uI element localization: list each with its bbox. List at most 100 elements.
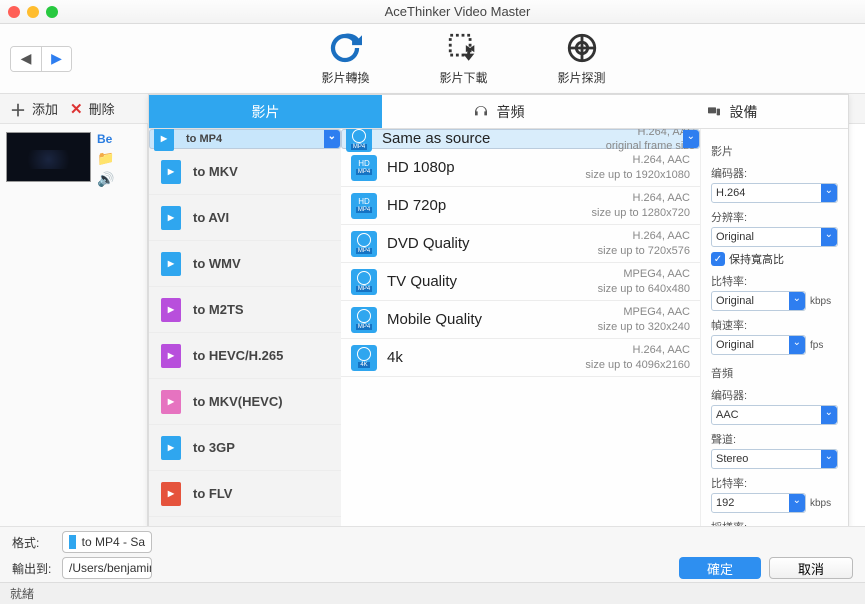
format-item[interactable]: ▶to HEVC/H.265 xyxy=(149,333,341,379)
quality-badge-icon: 4K xyxy=(351,345,377,371)
quality-item[interactable]: MP4DVD QualityH.264, AACsize up to 720x5… xyxy=(341,225,700,263)
tab-device-label: 設備 xyxy=(730,102,758,122)
format-item[interactable]: ▶to WMV xyxy=(149,241,341,287)
quality-meta: H.264, AACsize up to 4096x2160 xyxy=(585,343,690,372)
window-controls xyxy=(8,6,58,18)
check-icon: ✓ xyxy=(711,252,725,266)
cancel-button[interactable]: 取消 xyxy=(769,557,853,579)
format-chooser: 影片 音頻 設備 ▶to MP4▶to MKV▶to AVI▶to WMV▶to… xyxy=(148,94,849,528)
format-item[interactable]: ▶to FLV xyxy=(149,471,341,517)
minimize-icon[interactable] xyxy=(27,6,39,18)
headphones-icon xyxy=(473,104,489,120)
format-item[interactable]: ▶to 3GP xyxy=(149,425,341,471)
tab-download-label: 影片下載 xyxy=(439,69,487,86)
tab-audio[interactable]: 音頻 xyxy=(382,95,615,128)
status-bar: 就緒 xyxy=(0,582,865,604)
quality-badge-icon: MP4 xyxy=(346,129,372,152)
confirm-button[interactable]: 確定 xyxy=(679,557,761,579)
audio-bitrate-select[interactable]: 192 xyxy=(711,493,806,513)
download-icon xyxy=(446,31,480,65)
quality-item[interactable]: 4K 4k H.264, AACsize up to 4096x2160 xyxy=(341,339,700,377)
format-badge-icon: ▶ xyxy=(161,298,181,322)
quality-badge-icon: MP4 xyxy=(351,269,377,295)
file-item[interactable]: Be 📁 🔊 xyxy=(6,132,141,188)
titlebar: AceThinker Video Master xyxy=(0,0,865,24)
tab-video-label: 影片 xyxy=(252,102,280,122)
quality-title: 4k xyxy=(387,349,575,366)
quality-item[interactable]: MP4Same as sourceH.264, AACoriginal fram… xyxy=(341,129,700,149)
audio-encoder-select[interactable]: AAC xyxy=(711,405,838,425)
format-badge-icon: ▶ xyxy=(161,206,181,230)
encoder-label: 编码器: xyxy=(711,165,838,181)
output-field[interactable]: /Users/benjamin/ xyxy=(62,557,152,579)
volume-icon[interactable]: 🔊 xyxy=(97,171,114,188)
format-item-label: to FLV xyxy=(193,486,232,501)
bitrate-select[interactable]: Original xyxy=(711,291,806,311)
quality-list: MP4 Same as source H.264, AACoriginal fram… xyxy=(341,129,700,527)
format-item[interactable]: ▶ to MP4 xyxy=(149,129,341,149)
device-icon xyxy=(706,104,722,120)
format-item-label: to WMV xyxy=(193,256,241,271)
channel-select[interactable]: Stereo xyxy=(711,449,838,469)
format-badge-icon: ▶ xyxy=(154,129,174,151)
delete-button[interactable]: ✕ 刪除 xyxy=(70,99,115,118)
quality-badge-icon: HDMP4 xyxy=(351,155,377,181)
back-button[interactable]: ◀ xyxy=(11,47,41,71)
quality-meta: H.264, AACsize up to 1280x720 xyxy=(592,191,690,220)
output-row-label: 輸出到: xyxy=(12,560,54,577)
fps-unit: fps xyxy=(810,340,838,351)
quality-item[interactable]: HDMP4HD 720pH.264, AACsize up to 1280x72… xyxy=(341,187,700,225)
quality-item[interactable]: MP4TV QualityMPEG4, AACsize up to 640x48… xyxy=(341,263,700,301)
add-button[interactable]: ＋ 添加 xyxy=(10,97,58,121)
folder-icon[interactable]: 📁 xyxy=(97,150,114,167)
zoom-icon[interactable] xyxy=(46,6,58,18)
format-item[interactable]: ▶to M2TS xyxy=(149,287,341,333)
resolution-select[interactable]: Original xyxy=(711,227,838,247)
quality-badge-icon: MP4 xyxy=(351,231,377,257)
settings-panel: 影片 编码器: H.264 分辨率: Original ✓ 保持寬高比 比特率:… xyxy=(700,129,848,527)
tab-convert[interactable]: 影片轉換 xyxy=(321,31,369,86)
tab-device[interactable]: 設備 xyxy=(615,95,848,128)
quality-meta: H.264, AACoriginal frame size xyxy=(606,129,695,153)
quality-title: DVD Quality xyxy=(387,235,588,252)
close-icon[interactable] xyxy=(8,6,20,18)
delete-label: 刪除 xyxy=(89,99,115,118)
encoder-select[interactable]: H.264 xyxy=(711,183,838,203)
quality-title: HD 1080p xyxy=(387,159,575,176)
resolution-label: 分辨率: xyxy=(711,209,838,225)
aspect-label: 保持寬高比 xyxy=(729,251,784,267)
format-item[interactable]: ▶to MKV xyxy=(149,149,341,195)
quality-title: Same as source xyxy=(382,130,596,148)
quality-badge-icon: MP4 xyxy=(351,307,377,333)
format-row-label: 格式: xyxy=(12,534,54,551)
format-item[interactable]: ▶to MKV(HEVC) xyxy=(149,379,341,425)
format-list: ▶to MP4▶to MKV▶to AVI▶to WMV▶to M2TS▶to … xyxy=(149,129,341,527)
tab-audio-label: 音頻 xyxy=(497,102,525,122)
forward-button[interactable]: ▶ xyxy=(41,47,71,71)
aspect-checkbox[interactable]: ✓ 保持寬高比 xyxy=(711,251,838,267)
tab-video[interactable]: 影片 xyxy=(149,95,382,128)
format-badge-icon: ▶ xyxy=(161,344,181,368)
quality-title: TV Quality xyxy=(387,273,588,290)
top-toolbar: ◀ ▶ 影片轉換 影片下載 影片探測 xyxy=(0,24,865,94)
tab-detect[interactable]: 影片探測 xyxy=(558,31,606,86)
audio-bitrate-label: 比特率: xyxy=(711,475,838,491)
add-label: 添加 xyxy=(32,99,58,118)
format-item[interactable]: ▶to AVI xyxy=(149,195,341,241)
format-combo[interactable]: to MP4 - Sa xyxy=(62,531,152,553)
bottom-bar: 格式: to MP4 - Sa 輸出到: /Users/benjamin/ 確定… xyxy=(0,526,865,582)
nav-arrows: ◀ ▶ xyxy=(10,46,72,72)
tab-download[interactable]: 影片下載 xyxy=(439,31,487,86)
format-item-label: to MP4 xyxy=(186,130,222,148)
app-title: AceThinker Video Master xyxy=(58,4,857,19)
quality-item[interactable]: HDMP4 HD 1080p H.264, AACsize up to 1920x1… xyxy=(341,149,700,187)
file-name: Be xyxy=(97,132,114,146)
plus-icon: ＋ xyxy=(10,97,26,121)
bitrate-label: 比特率: xyxy=(711,273,838,289)
fps-select[interactable]: Original xyxy=(711,335,806,355)
channel-label: 聲道: xyxy=(711,431,838,447)
quality-meta: H.264, AACsize up to 1920x1080 xyxy=(585,153,690,182)
quality-item[interactable]: MP4Mobile QualityMPEG4, AACsize up to 32… xyxy=(341,301,700,339)
format-item-label: to MKV xyxy=(193,164,238,179)
video-settings-header: 影片 xyxy=(711,143,838,159)
